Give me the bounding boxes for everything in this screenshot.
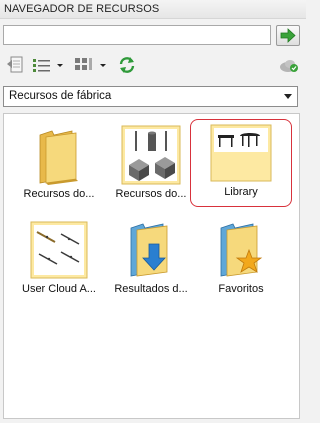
chevron-down-icon — [284, 94, 292, 99]
tile-label: Recursos do... — [115, 188, 187, 200]
resource-navigator-panel: NAVEGADOR DE RECURSOS Recursos de fábric… — [0, 0, 306, 423]
green-arrow-right-icon — [280, 28, 296, 43]
refresh-icon — [119, 57, 135, 73]
search-go-button[interactable] — [276, 25, 300, 46]
tile-label: User Cloud A... — [22, 283, 96, 295]
back-button[interactable] — [5, 54, 27, 76]
resource-source-selected: Recursos de fábrica — [9, 90, 112, 102]
toolbar — [3, 54, 303, 78]
resource-tile[interactable]: User Cloud A... — [13, 214, 105, 306]
search-input[interactable] — [3, 25, 271, 45]
cloud-status-icon — [280, 60, 298, 72]
download-folder-icon — [130, 223, 168, 277]
thumbnail-view-icon — [75, 58, 106, 70]
tile-label: Resultados d... — [114, 283, 188, 295]
library-icon — [210, 124, 272, 182]
tile-label: Favoritos — [218, 283, 264, 295]
content-library-icon — [121, 125, 181, 185]
cloud-status-button[interactable] — [278, 54, 300, 76]
resource-tiles-area: Recursos do... Recursos do... Library Us… — [3, 113, 300, 419]
resource-tile-selected[interactable]: Library — [190, 119, 292, 207]
thumbnail-view-button[interactable] — [73, 54, 111, 76]
panel-title: NAVEGADOR DE RECURSOS — [4, 3, 160, 15]
list-view-icon — [33, 59, 63, 72]
resource-tile[interactable]: Recursos do... — [105, 119, 197, 211]
tile-label: Recursos do... — [23, 188, 95, 200]
tile-label: Library — [224, 186, 258, 198]
resource-tile[interactable]: Resultados d... — [105, 214, 197, 306]
search-row — [3, 25, 303, 47]
user-cloud-assets-icon — [30, 221, 88, 279]
folder-icon — [39, 130, 78, 185]
resource-source-select[interactable]: Recursos de fábrica — [3, 86, 298, 107]
back-document-icon — [7, 56, 23, 73]
list-view-button[interactable] — [31, 54, 67, 76]
favorites-folder-icon — [220, 223, 263, 277]
refresh-button[interactable] — [116, 54, 138, 76]
resource-tile[interactable]: Favoritos — [195, 214, 287, 306]
panel-title-bar: NAVEGADOR DE RECURSOS — [0, 0, 306, 19]
resource-tile[interactable]: Recursos do... — [13, 119, 105, 211]
